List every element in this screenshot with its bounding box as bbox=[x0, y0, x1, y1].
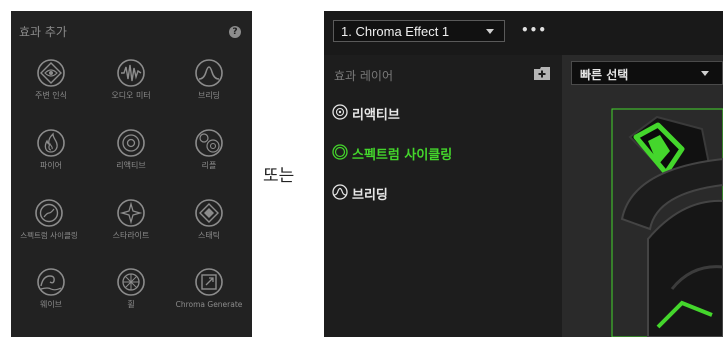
chevron-down-icon bbox=[486, 29, 494, 34]
quick-select-value: 빠른 선택 bbox=[580, 68, 629, 82]
effect-label: 리액티브 bbox=[116, 161, 146, 170]
effect-label: 스펙트럼 사이클링 bbox=[20, 231, 78, 240]
wheel-icon bbox=[117, 268, 145, 296]
effect-reactive[interactable]: 리액티브 bbox=[93, 128, 169, 171]
reactive-icon bbox=[332, 104, 348, 120]
static-icon bbox=[195, 199, 223, 227]
more-options-icon[interactable]: ••• bbox=[521, 23, 547, 37]
effect-layers-panel: 효과 레이어 리액티브 스펙트럼 사이클링 브리딩 bbox=[324, 55, 562, 337]
effect-spectrum-cycling[interactable]: 스펙트럼 사이클링 bbox=[11, 198, 87, 240]
help-icon[interactable]: ? bbox=[229, 26, 241, 38]
wave-icon bbox=[37, 268, 65, 296]
effect-ripple[interactable]: 리플 bbox=[171, 128, 247, 171]
effect-breathing[interactable]: 브리딩 bbox=[171, 58, 247, 101]
chroma-generate-icon bbox=[195, 268, 223, 296]
effect-chroma-generate[interactable]: Chroma Generate bbox=[171, 267, 247, 309]
effect-label: 파이어 bbox=[39, 161, 63, 170]
chroma-studio-panel: 1. Chroma Effect 1 ••• 효과 레이어 리액티브 스펙트럼 … bbox=[324, 11, 723, 337]
ripple-icon bbox=[195, 129, 223, 157]
spectrum-cycling-icon bbox=[35, 199, 63, 227]
effect-fire[interactable]: 파이어 bbox=[13, 128, 89, 171]
effect-label: 휠 bbox=[127, 300, 135, 309]
effect-label: 웨이브 bbox=[39, 300, 63, 309]
or-text: 또는 bbox=[263, 166, 295, 186]
profile-dropdown-value: 1. Chroma Effect 1 bbox=[341, 24, 450, 39]
fire-icon bbox=[37, 129, 65, 157]
add-effect-panel: 효과 추가 ? 주변 인식 오디오 미터 브리딩 파이어 리액티브 리플 스펙트… bbox=[11, 11, 252, 337]
audio-meter-icon bbox=[117, 59, 145, 87]
add-layer-icon[interactable] bbox=[534, 67, 550, 80]
profile-dropdown[interactable]: 1. Chroma Effect 1 bbox=[333, 20, 505, 42]
effect-static[interactable]: 스태틱 bbox=[171, 198, 247, 241]
spectrum-cycling-icon bbox=[332, 144, 348, 160]
reactive-icon bbox=[117, 129, 145, 157]
device-preview-canvas[interactable]: 빠른 선택 bbox=[562, 55, 723, 337]
layer-label: 브리딩 bbox=[352, 188, 388, 203]
layer-label: 스펙트럼 사이클링 bbox=[352, 148, 453, 163]
effect-wave[interactable]: 웨이브 bbox=[13, 267, 89, 310]
starlight-icon bbox=[117, 199, 145, 227]
layers-title: 효과 레이어 bbox=[334, 69, 394, 83]
quick-select-dropdown[interactable]: 빠른 선택 bbox=[571, 61, 723, 85]
effect-starlight[interactable]: 스타라이트 bbox=[93, 198, 169, 241]
effect-ambient-awareness[interactable]: 주변 인식 bbox=[13, 58, 89, 101]
effect-label: 오디오 미터 bbox=[111, 91, 151, 100]
layer-label: 리액티브 bbox=[352, 108, 400, 123]
effect-label: 브리딩 bbox=[197, 91, 221, 100]
headset-preview-image bbox=[611, 108, 723, 337]
effect-label: 주변 인식 bbox=[35, 91, 67, 100]
effect-wheel[interactable]: 휠 bbox=[93, 267, 169, 310]
effect-label: 리플 bbox=[201, 161, 217, 170]
effect-label: 스태틱 bbox=[197, 231, 221, 240]
chevron-down-icon bbox=[701, 71, 709, 76]
ambient-awareness-icon bbox=[37, 59, 65, 87]
panel-title: 효과 추가 bbox=[19, 25, 67, 39]
effect-audio-meter[interactable]: 오디오 미터 bbox=[93, 58, 169, 101]
breathing-icon bbox=[332, 184, 348, 200]
breathing-icon bbox=[195, 59, 223, 87]
top-bar: 1. Chroma Effect 1 ••• bbox=[324, 11, 723, 55]
effect-label: Chroma Generate bbox=[175, 300, 243, 309]
effect-label: 스타라이트 bbox=[112, 231, 150, 240]
